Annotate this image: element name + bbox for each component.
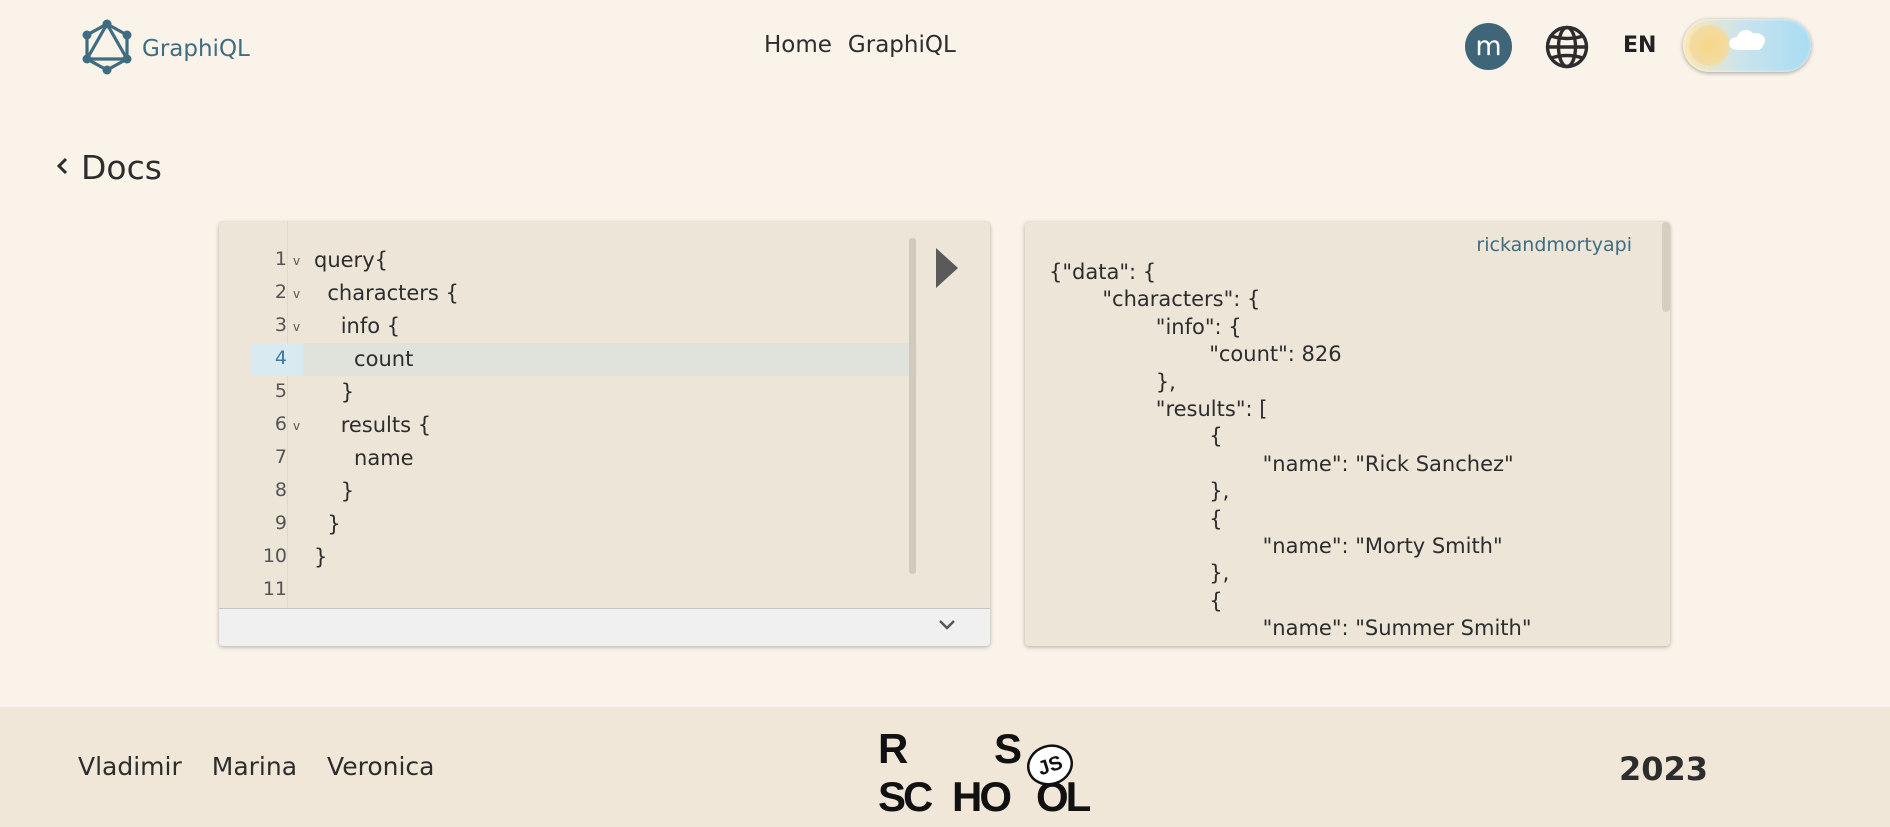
line-number: 10 bbox=[262, 545, 287, 567]
author-link[interactable]: Vladimir bbox=[78, 752, 182, 781]
logo-r: R bbox=[878, 727, 908, 772]
json-line: }, bbox=[1049, 479, 1230, 504]
authors-list: Vladimir Marina Veronica bbox=[78, 752, 434, 781]
logo-ho: HO bbox=[952, 773, 1010, 817]
editor-line[interactable]: 3v info { bbox=[235, 310, 507, 343]
graphql-logo-icon bbox=[82, 19, 132, 79]
line-number: 9 bbox=[274, 512, 287, 534]
footer-year: 2023 bbox=[1619, 750, 1709, 788]
editor-line[interactable]: 8 } bbox=[235, 475, 507, 508]
json-line: { bbox=[1049, 424, 1223, 449]
cloud-icon bbox=[1727, 29, 1769, 51]
docs-toggle[interactable]: Docs bbox=[55, 148, 162, 187]
json-line: { bbox=[1049, 506, 1223, 531]
fold-marker-icon[interactable]: v bbox=[293, 320, 300, 334]
chevron-left-icon bbox=[55, 155, 69, 181]
code-text: name bbox=[314, 446, 414, 470]
line-number: 5 bbox=[274, 380, 287, 402]
code-text: results { bbox=[314, 413, 432, 437]
editor-line[interactable]: 2v characters { bbox=[235, 277, 507, 310]
logo-text: GraphiQL bbox=[142, 36, 250, 62]
chevron-down-icon[interactable] bbox=[937, 617, 957, 636]
json-line: "results": [ bbox=[1049, 396, 1268, 421]
editor-line[interactable]: 10} bbox=[235, 541, 507, 574]
code-text: } bbox=[314, 479, 355, 503]
user-avatar[interactable]: m bbox=[1465, 23, 1512, 70]
docs-label: Docs bbox=[81, 148, 162, 187]
theme-toggle[interactable] bbox=[1683, 19, 1811, 72]
main-nav: Home GraphiQL bbox=[764, 32, 956, 58]
code-text: info { bbox=[314, 314, 401, 338]
json-line: {"data": { bbox=[1049, 260, 1157, 284]
result-scrollbar[interactable] bbox=[1662, 222, 1670, 312]
json-line: "name": "Summer Smith" bbox=[1049, 616, 1532, 641]
globe-icon[interactable] bbox=[1544, 24, 1590, 74]
editor-line[interactable]: 11 bbox=[235, 574, 507, 607]
code-text: } bbox=[314, 545, 328, 569]
json-line: }, bbox=[1049, 561, 1230, 586]
json-line: "count": 826 bbox=[1049, 342, 1342, 367]
footer: Vladimir Marina Veronica R S SC HO OL JS… bbox=[0, 707, 1890, 827]
author-link[interactable]: Marina bbox=[212, 752, 297, 781]
line-number: 2 bbox=[274, 281, 287, 303]
logo-sc: SC bbox=[878, 773, 933, 817]
editor-line[interactable]: 4 count bbox=[235, 343, 917, 376]
logo-s: S bbox=[994, 727, 1022, 772]
line-number: 8 bbox=[274, 479, 287, 501]
code-text: } bbox=[314, 512, 341, 536]
line-number: 3 bbox=[274, 314, 287, 336]
sun-icon bbox=[1689, 25, 1730, 66]
line-number: 4 bbox=[274, 347, 287, 369]
editor-lines[interactable]: 1 v query{2 v characters {3 v info {4 count 5… bbox=[235, 244, 917, 607]
editor-line[interactable]: 5 } bbox=[235, 376, 507, 409]
logo-link[interactable]: GraphiQL bbox=[82, 19, 250, 79]
rs-school-logo[interactable]: R S SC HO OL JS bbox=[878, 727, 1103, 817]
editor-tools-bar bbox=[219, 608, 990, 646]
editor-line[interactable]: 1 v query{ bbox=[235, 244, 507, 277]
fold-marker-icon[interactable]: v bbox=[293, 287, 300, 301]
line-number: 1 bbox=[274, 248, 287, 270]
query-editor[interactable]: 1 v query{2 v characters {3 v info {4 count 5… bbox=[219, 222, 990, 646]
result-json: {"data": { "characters": { "info": { "co… bbox=[1049, 260, 1532, 643]
line-number: 7 bbox=[274, 446, 287, 468]
json-line: "name": "Morty Smith" bbox=[1049, 533, 1503, 558]
fold-marker-icon[interactable]: v bbox=[293, 419, 300, 433]
json-line: }, bbox=[1049, 369, 1176, 394]
header: GraphiQL Home GraphiQL m EN bbox=[0, 0, 1890, 94]
play-icon[interactable] bbox=[934, 246, 960, 294]
line-number: 6 bbox=[274, 413, 287, 435]
json-line: "characters": { bbox=[1049, 287, 1261, 312]
api-label: rickandmortyapi bbox=[1476, 234, 1632, 256]
editor-line[interactable]: 9 } bbox=[235, 508, 507, 541]
result-panel: rickandmortyapi {"data": { "characters":… bbox=[1025, 222, 1670, 646]
code-text: } bbox=[314, 380, 355, 404]
code-text: count bbox=[314, 347, 414, 371]
json-line: "info": { bbox=[1049, 314, 1242, 339]
language-switch[interactable]: EN bbox=[1623, 33, 1656, 58]
json-line: "name": "Rick Sanchez" bbox=[1049, 451, 1514, 476]
code-text: characters { bbox=[314, 281, 459, 305]
json-line: { bbox=[1049, 588, 1223, 613]
editor-scrollbar[interactable] bbox=[909, 238, 916, 574]
nav-graphiql[interactable]: GraphiQL bbox=[848, 32, 956, 58]
line-number: 11 bbox=[262, 578, 287, 600]
editor-line[interactable]: 7 name bbox=[235, 442, 507, 475]
fold-marker-icon[interactable]: v bbox=[293, 254, 300, 268]
author-link[interactable]: Veronica bbox=[327, 752, 434, 781]
nav-home[interactable]: Home bbox=[764, 32, 832, 58]
editor-line[interactable]: 6v results { bbox=[235, 409, 507, 442]
code-text: query{ bbox=[314, 248, 388, 272]
